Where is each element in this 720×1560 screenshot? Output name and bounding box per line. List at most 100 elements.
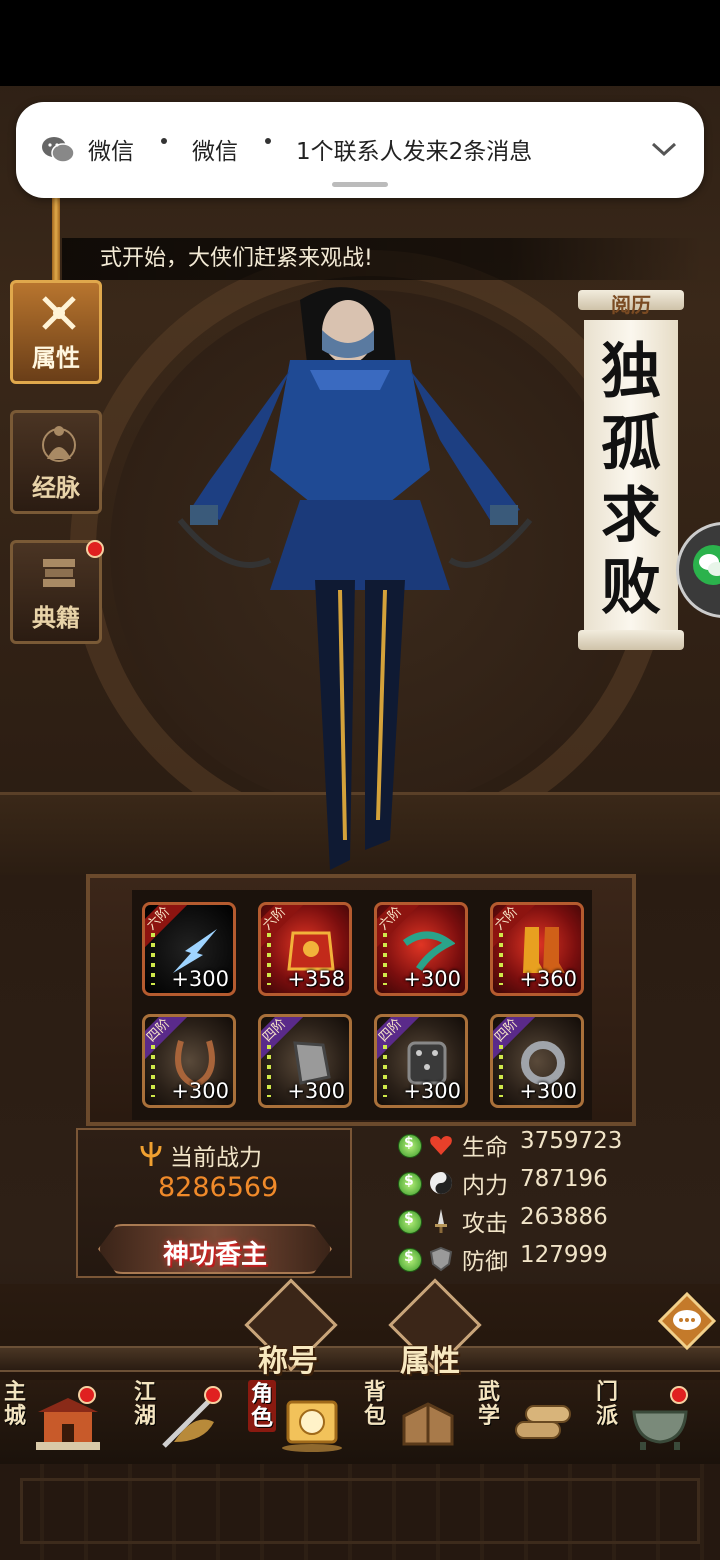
scroll-header: 阅历 — [611, 293, 651, 317]
nav-item-jianghu[interactable]: 江湖 — [120, 1376, 230, 1466]
nav-item-sect[interactable]: 门派 — [592, 1376, 702, 1466]
nav-label: 主城 — [4, 1379, 27, 1429]
marquee-text: 式开始，大侠们赶紧来观战! — [100, 246, 373, 271]
status-bar — [0, 0, 720, 86]
wechat-icon — [42, 137, 75, 163]
notification-badge — [78, 1386, 96, 1404]
equipment-slot[interactable]: 六阶 +360 — [490, 902, 584, 996]
sub-tab-rail — [0, 1346, 720, 1372]
star-pips — [499, 1045, 503, 1097]
nav-label: 武学 — [478, 1379, 501, 1429]
equipment-slot[interactable]: 四阶 +300 — [142, 1014, 236, 1108]
stat-name: 生命 — [462, 1135, 508, 1161]
star-pips — [151, 1045, 155, 1097]
sub-tab-title[interactable]: 称号 — [258, 1336, 318, 1380]
bundle-bag-icon — [402, 1402, 454, 1446]
nav-item-martial-arts[interactable]: 武学 — [474, 1376, 584, 1466]
star-pips — [499, 933, 503, 985]
equipment-slot[interactable]: 六阶 +358 — [258, 902, 352, 996]
title-char: 独 — [601, 337, 661, 407]
wechat-notification[interactable]: 微信 微信 1个联系人发来2条消息 — [16, 102, 704, 198]
notification-message: 1个联系人发来2条消息 — [296, 139, 533, 165]
crossed-swords-icon — [42, 296, 76, 330]
tab-rope — [52, 196, 60, 282]
stat-name: 防御 — [462, 1249, 508, 1275]
notification-source: 微信 — [192, 139, 238, 165]
equipment-slot[interactable]: 四阶 +300 — [374, 1014, 468, 1108]
equipment-panel: 六阶 +300 六阶 +358 六阶 +300 六阶 +360 四阶 +300 … — [86, 874, 636, 1126]
separator-dot — [161, 138, 167, 144]
chat-bubble-icon[interactable] — [656, 1290, 718, 1352]
nav-label: 角色 — [248, 1380, 276, 1432]
heart-icon — [430, 1136, 452, 1155]
footer-decoration — [0, 1464, 720, 1560]
upgrade-coin-icon — [398, 1172, 422, 1196]
title-scroll[interactable]: 阅历 独 孤 求 败 — [578, 290, 684, 652]
nav-item-main-city[interactable]: 主城 — [0, 1376, 110, 1466]
stat-row-attack[interactable]: 攻击 263886 — [398, 1204, 698, 1240]
side-tab-meridians[interactable]: 经脉 — [10, 410, 102, 514]
nav-item-backpack[interactable]: 背包 — [360, 1376, 470, 1466]
side-tab-label: 属性 — [32, 343, 80, 372]
enhance-level: +300 — [519, 1079, 577, 1103]
stat-row-internal-power[interactable]: 内力 787196 — [398, 1166, 698, 1202]
chevron-down-icon[interactable] — [650, 138, 678, 160]
scroll-bottom-rod — [578, 630, 684, 650]
star-pips — [151, 933, 155, 985]
title-char: 求 — [601, 481, 661, 551]
equipment-slot[interactable]: 四阶 +300 — [490, 1014, 584, 1108]
title-rank-button[interactable]: 神功香主 — [98, 1224, 332, 1274]
enhance-level: +300 — [171, 967, 229, 991]
yin-yang-icon — [430, 1172, 452, 1194]
stat-value: 787196 — [520, 1166, 608, 1192]
notification-app-name: 微信 — [88, 139, 134, 165]
enhance-level: +300 — [171, 1079, 229, 1103]
stat-value: 3759723 — [520, 1128, 623, 1154]
upgrade-coin-icon — [398, 1210, 422, 1234]
meditation-figure-icon — [42, 426, 76, 462]
announcement-marquee: 式开始，大侠们赶紧来观战! — [62, 238, 702, 280]
equipment-slot[interactable]: 六阶 +300 — [142, 902, 236, 996]
enhance-level: +300 — [403, 1079, 461, 1103]
sword-icon — [435, 1209, 447, 1233]
character-portrait — [177, 287, 533, 870]
side-tab-label: 经脉 — [32, 473, 80, 502]
side-tab-attributes[interactable]: 属性 — [10, 280, 102, 384]
stat-value: 263886 — [520, 1204, 608, 1230]
stat-value: 127999 — [520, 1242, 608, 1268]
upgrade-coin-icon — [398, 1248, 422, 1272]
side-tab-label: 典籍 — [32, 603, 80, 632]
nav-item-character[interactable]: 角色 — [244, 1376, 354, 1466]
notification-badge — [86, 540, 104, 558]
star-pips — [383, 1045, 387, 1097]
enhance-level: +358 — [287, 967, 345, 991]
hero-scroll-icon — [282, 1400, 342, 1452]
combat-power-panel: 当前战力 8286569 神功香主 — [76, 1128, 352, 1278]
stat-row-hp[interactable]: 生命 3759723 — [398, 1128, 698, 1164]
equipment-slot[interactable]: 六阶 +300 — [374, 902, 468, 996]
stat-name: 攻击 — [462, 1211, 508, 1237]
stat-row-defense[interactable]: 防御 127999 — [398, 1242, 698, 1278]
separator-dot — [265, 138, 271, 144]
game-screen: 微信 微信 1个联系人发来2条消息 式开始，大侠们赶紧来观战! 属性 经脉 典籍… — [0, 0, 720, 1560]
combat-power-value: 8286569 — [158, 1172, 279, 1203]
trident-icon — [140, 1142, 162, 1166]
star-pips — [383, 933, 387, 985]
combat-power-label: 当前战力 — [170, 1145, 262, 1171]
notification-drag-handle[interactable] — [332, 182, 388, 187]
enhance-level: +360 — [519, 967, 577, 991]
notification-badge — [204, 1386, 222, 1404]
equipment-slot[interactable]: 四阶 +300 — [258, 1014, 352, 1108]
book-stack-icon — [43, 559, 75, 587]
sub-tab-attributes[interactable]: 属性 — [400, 1336, 460, 1380]
nav-label: 门派 — [596, 1379, 619, 1429]
enhance-level: +300 — [403, 967, 461, 991]
equipment-grid: 六阶 +300 六阶 +358 六阶 +300 六阶 +360 四阶 +300 … — [132, 890, 592, 1120]
upgrade-coin-icon — [398, 1134, 422, 1158]
notification-badge — [670, 1386, 688, 1404]
title-rank-label: 神功香主 — [162, 1240, 267, 1270]
shield-icon — [429, 1246, 453, 1272]
title-char: 败 — [601, 553, 661, 623]
star-pips — [267, 933, 271, 985]
title-char: 孤 — [601, 409, 661, 479]
